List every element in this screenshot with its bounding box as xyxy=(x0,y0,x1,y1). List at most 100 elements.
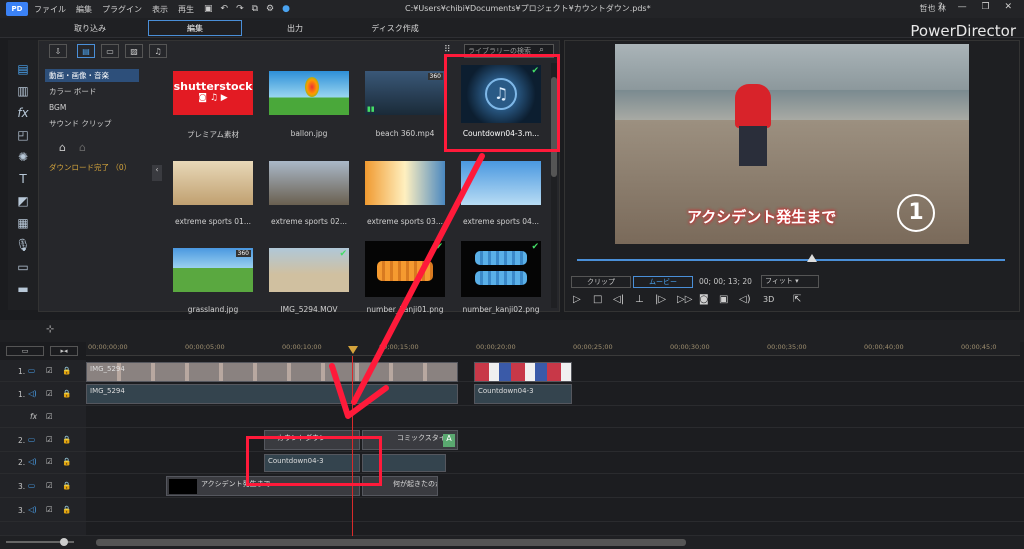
brand-name: PowerDirector xyxy=(910,22,1016,40)
import-icon[interactable]: ⇩ xyxy=(49,44,67,58)
voice-over-icon[interactable]: 🎙 xyxy=(14,238,32,252)
resolution-icon[interactable]: ⧉ xyxy=(252,4,258,14)
filter-image-icon[interactable]: ▭ xyxy=(101,44,119,58)
clip-accident-title[interactable]: アクシデント発生まで xyxy=(166,476,360,496)
template-room-icon[interactable]: ▥ xyxy=(14,84,32,98)
clip-countdown-title[interactable]: カウントダウン xyxy=(264,430,360,450)
lock-icon[interactable]: 🔒 xyxy=(62,481,71,490)
tag-remove-icon[interactable]: ⌂ xyxy=(79,141,86,154)
library-item-label: grassland.jpg xyxy=(187,305,239,314)
fx-room-icon[interactable]: fx xyxy=(14,106,32,120)
track-enable-checkbox[interactable]: ☑ xyxy=(46,435,53,444)
tab-produce[interactable]: 出力 xyxy=(250,20,340,36)
clip-countdown-audio-2[interactable]: Countdown04-3 xyxy=(264,454,360,472)
next-frame-icon[interactable]: |▷ xyxy=(655,294,666,305)
storyboard-view-icon[interactable]: ▭ xyxy=(6,346,44,356)
track-enable-checkbox[interactable]: ☑ xyxy=(46,366,53,375)
menu-edit[interactable]: 編集 xyxy=(76,4,92,15)
library-item-selected[interactable]: ♫ ✔ xyxy=(461,65,541,123)
category-color-board[interactable]: カラー ボード xyxy=(45,85,139,98)
mark-icon[interactable]: ⊥ xyxy=(635,294,644,305)
library-item-label: プレミアム素材 xyxy=(187,130,239,139)
library-item[interactable]: 360 ▮▮ xyxy=(365,71,445,115)
library-item-label: extreme sports 01... xyxy=(175,217,251,226)
settings-icon[interactable]: ⚙ xyxy=(266,4,274,14)
tag-icon[interactable]: ⌂ xyxy=(59,141,66,154)
library-item[interactable] xyxy=(269,71,349,115)
particle-room-icon[interactable]: ✺ xyxy=(14,150,32,164)
prev-frame-icon[interactable]: ◁| xyxy=(613,294,624,305)
timeline-scrollbar[interactable] xyxy=(96,539,686,546)
track-enable-checkbox[interactable]: ☑ xyxy=(46,505,53,514)
media-room-icon[interactable]: ▤ xyxy=(14,62,32,76)
zoom-fit-select[interactable]: フィット ▾ xyxy=(761,275,819,288)
filter-audio-icon[interactable]: ♫ xyxy=(149,44,167,58)
lock-icon[interactable]: 🔒 xyxy=(62,435,71,444)
video-track-icon: ▭ xyxy=(28,481,36,490)
library-item[interactable]: shutterstock ◙ ♫ ▶ xyxy=(173,71,253,115)
tab-disc[interactable]: ディスク作成 xyxy=(350,20,440,36)
overlay-number: 1 xyxy=(897,194,935,232)
undock-icon[interactable]: ⇱ xyxy=(793,294,801,305)
fast-forward-icon[interactable]: ▷▷ xyxy=(677,294,692,305)
library-item[interactable]: 360 xyxy=(173,248,253,292)
timeline-ruler[interactable]: 00;00;00;00 00;00;05;00 00;00;10;00 00;0… xyxy=(86,342,1020,356)
timecode-display[interactable]: 00; 00; 13; 20 xyxy=(699,277,752,286)
title-room-icon[interactable]: T xyxy=(14,172,32,186)
pip-room-icon[interactable]: ◰ xyxy=(14,128,32,142)
save-icon[interactable]: ▣ xyxy=(204,4,213,14)
menu-play[interactable]: 再生 xyxy=(178,4,194,15)
lock-icon[interactable]: 🔒 xyxy=(62,505,71,514)
clip-what-happened[interactable]: 何が起きたのか xyxy=(362,476,438,496)
timeline-view-icon[interactable]: ▸◂ xyxy=(50,346,78,356)
category-bgm[interactable]: BGM xyxy=(45,101,139,114)
subtitle-icon[interactable]: ▣ xyxy=(719,294,728,305)
grid-view-icon[interactable]: ⠿ xyxy=(444,45,451,55)
tab-edit[interactable]: 編集 xyxy=(148,20,242,36)
window-controls[interactable]: ? — ❐ ✕ xyxy=(938,2,1018,12)
clip-mode-tab[interactable]: クリップ xyxy=(571,276,631,288)
upgrade-icon[interactable]: ● xyxy=(282,4,290,14)
collapse-panel-icon[interactable]: ‹ xyxy=(152,165,162,181)
lock-icon[interactable]: 🔒 xyxy=(62,366,71,375)
clip-audio-2b[interactable] xyxy=(362,454,446,472)
chapter-room-icon[interactable]: ▭ xyxy=(14,260,32,274)
audio-mix-icon[interactable]: ▦ xyxy=(14,216,32,230)
play-icon[interactable]: ▷ xyxy=(573,294,581,305)
transition-room-icon[interactable]: ◩ xyxy=(14,194,32,208)
menu-plugin[interactable]: プラグイン xyxy=(102,4,142,15)
track-enable-checkbox[interactable]: ☑ xyxy=(46,481,53,490)
redo-icon[interactable]: ↷ xyxy=(236,4,244,14)
snapshot-icon[interactable]: ◙ xyxy=(699,294,709,305)
lock-icon[interactable]: 🔒 xyxy=(62,457,71,466)
audio-track-icon: ◁) xyxy=(28,389,37,398)
filter-photo-icon[interactable]: ▨ xyxy=(125,44,143,58)
menu-view[interactable]: 表示 xyxy=(152,4,168,15)
3d-mode-button[interactable]: 3D xyxy=(763,295,774,304)
lock-icon[interactable]: 🔒 xyxy=(62,389,71,398)
track-enable-checkbox[interactable]: ☑ xyxy=(46,412,53,421)
category-sound-clip[interactable]: サウンド クリップ xyxy=(45,117,139,130)
search-icon[interactable]: ⌕ xyxy=(539,45,544,55)
tab-capture[interactable]: 取り込み xyxy=(40,20,140,36)
filter-video-icon[interactable]: ▤ xyxy=(77,44,95,58)
category-media[interactable]: 動画・画像・音楽 xyxy=(45,69,139,82)
timeline-fit-icon[interactable]: ⊹ xyxy=(46,324,54,335)
stop-icon[interactable]: □ xyxy=(593,294,602,305)
track-audio-2: 2. ◁) ☑ 🔒 xyxy=(0,452,1024,474)
movie-mode-tab[interactable]: ムービー xyxy=(633,276,693,288)
library-scrollbar[interactable] xyxy=(551,63,557,308)
track-enable-checkbox[interactable]: ☑ xyxy=(46,457,53,466)
volume-icon[interactable]: ◁) xyxy=(739,294,751,305)
preview-seek-bar[interactable] xyxy=(577,259,1005,261)
overlay-title: アクシデント発生まで xyxy=(687,208,837,226)
subtitle-room-icon[interactable]: ▬ xyxy=(14,282,32,296)
drag-arrow-icon xyxy=(329,153,485,419)
track-enable-checkbox[interactable]: ☑ xyxy=(46,389,53,398)
undo-icon[interactable]: ↶ xyxy=(221,4,229,14)
zoom-slider-handle[interactable] xyxy=(60,538,68,546)
clip-comic-style[interactable]: コミックスタイル A xyxy=(362,430,458,450)
menu-file[interactable]: ファイル xyxy=(34,4,66,15)
library-item[interactable] xyxy=(173,161,253,205)
seek-handle[interactable] xyxy=(807,254,817,262)
